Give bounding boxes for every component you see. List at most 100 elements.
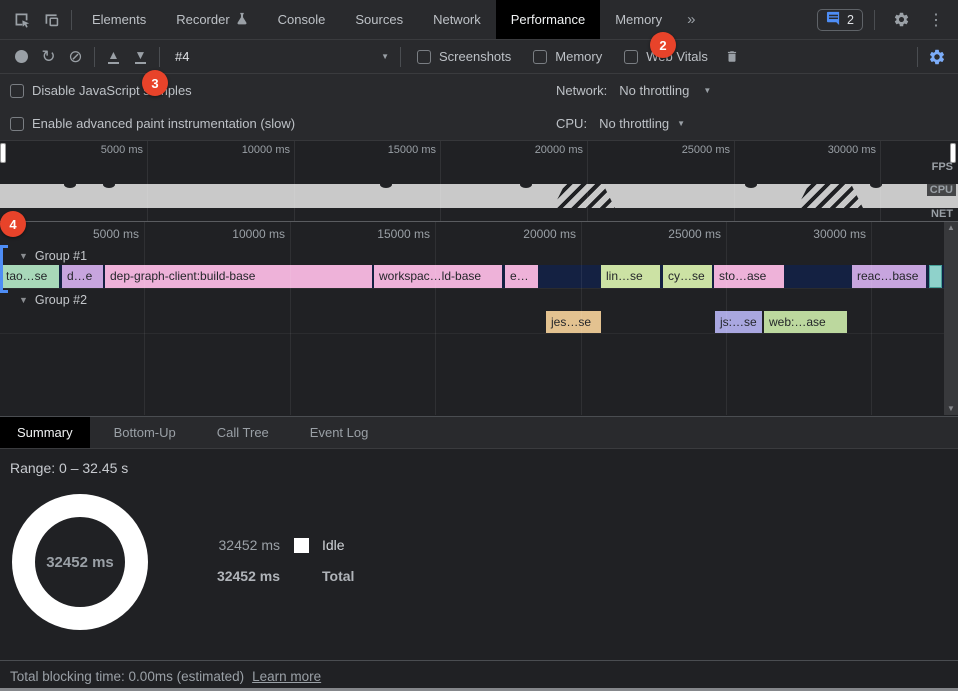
legend-row-total: 32452 ms Total: [205, 567, 354, 585]
download-icon: ▼: [135, 49, 147, 64]
tab-event-log[interactable]: Event Log: [293, 417, 386, 448]
cpu-unattributed-hatch: [553, 184, 615, 208]
devtools-tab-bar: Elements Recorder Console Sources Networ…: [0, 0, 958, 40]
checkbox-label: Enable advanced paint instrumentation (s…: [32, 116, 295, 131]
overview-cpu-activity-band: [0, 184, 958, 208]
grid-line: [290, 222, 291, 415]
details-tab-bar: Summary Bottom-Up Call Tree Event Log: [0, 416, 958, 449]
reload-and-record-button[interactable]: ↻: [35, 44, 62, 70]
delete-recording-button[interactable]: [719, 44, 746, 70]
tab-label: Memory: [615, 12, 662, 27]
save-profile-button[interactable]: ▼: [127, 44, 154, 70]
learn-more-link[interactable]: Learn more: [252, 669, 321, 684]
settings-gear-icon[interactable]: [886, 6, 916, 34]
checkbox-screenshots[interactable]: Screenshots: [417, 49, 511, 64]
menu-dots-icon[interactable]: ⋮: [922, 10, 950, 30]
tab-label: Console: [278, 12, 326, 27]
devtools-window: Elements Recorder Console Sources Networ…: [0, 0, 958, 691]
flame-bar[interactable]: d…e: [62, 265, 103, 288]
checkbox-box: [417, 50, 431, 64]
network-value: No throttling: [619, 83, 689, 98]
tab-bottom-up[interactable]: Bottom-Up: [97, 417, 193, 448]
grid-line: [440, 141, 441, 221]
flame-chart[interactable]: ▼ Group #1 tao…sed…edep-graph-client:bui…: [0, 222, 958, 415]
tab-sources[interactable]: Sources: [340, 0, 418, 39]
checkbox-advanced-paint[interactable]: Enable advanced paint instrumentation (s…: [10, 116, 295, 131]
tick-label: 30000 ms: [800, 144, 876, 156]
donut-legend: 32452 ms Idle 32452 ms Total: [205, 536, 354, 585]
flame-bar[interactable]: [929, 265, 942, 288]
tab-elements[interactable]: Elements: [77, 0, 161, 39]
cpu-unattributed-hatch: [797, 184, 863, 208]
annotation-badge-3: 3: [142, 70, 168, 96]
chevron-down-icon: ▼: [381, 52, 389, 61]
performance-toolbar: ↻ ⊘ ▲ ▼ #4 ▼ Screenshots Memory Web Vita…: [0, 40, 958, 74]
annotation-badge-4: 4: [0, 211, 26, 237]
tab-label: Network: [433, 12, 481, 27]
tab-summary[interactable]: Summary: [0, 417, 90, 448]
cpu-throttling-select[interactable]: No throttling ▼: [599, 116, 685, 131]
flask-icon: [236, 12, 248, 28]
tick-label: 15000 ms: [350, 227, 430, 241]
scroll-down-icon[interactable]: ▼: [947, 403, 955, 415]
triangle-down-icon: ▼: [19, 295, 28, 305]
flame-bar[interactable]: e…: [505, 265, 538, 288]
tab-call-tree[interactable]: Call Tree: [200, 417, 286, 448]
tab-recorder[interactable]: Recorder: [161, 0, 262, 39]
flame-bar[interactable]: web:…ase: [764, 311, 847, 333]
capture-settings-gear-icon[interactable]: [923, 44, 950, 70]
legend-row-idle: 32452 ms Idle: [205, 536, 354, 554]
tab-network[interactable]: Network: [418, 0, 496, 39]
network-throttling-select[interactable]: No throttling ▼: [619, 83, 711, 98]
group-2-header[interactable]: ▼ Group #2: [0, 290, 87, 310]
grid-hline: [0, 333, 944, 334]
device-toolbar-icon[interactable]: [36, 6, 66, 34]
issues-counter[interactable]: 2: [817, 9, 863, 31]
chevron-down-icon: ▼: [703, 86, 711, 95]
upload-icon: ▲: [108, 49, 120, 64]
overview-left-drag-handle[interactable]: [0, 143, 6, 163]
checkbox-memory[interactable]: Memory: [533, 49, 602, 64]
cpu-band-notch: [520, 181, 532, 188]
tab-label: Elements: [92, 12, 146, 27]
tick-label: 10000 ms: [214, 144, 290, 156]
tab-console[interactable]: Console: [263, 0, 341, 39]
range-text: Range: 0 – 32.45 s: [10, 460, 128, 476]
flame-bar[interactable]: tao…se: [1, 265, 59, 288]
inspect-element-icon[interactable]: [6, 6, 36, 34]
grid-line: [871, 222, 872, 415]
legend-value: 32452 ms: [205, 568, 280, 584]
record-button[interactable]: [8, 44, 35, 70]
cpu-band-notch: [380, 181, 392, 188]
flame-bar[interactable]: js:…se: [715, 311, 762, 333]
tick-label: 30000 ms: [786, 227, 866, 241]
flame-bar[interactable]: workspac…ld-base: [374, 265, 502, 288]
grid-line: [435, 222, 436, 415]
scroll-up-icon[interactable]: ▲: [947, 222, 955, 234]
clear-recording-button[interactable]: ⊘: [62, 44, 89, 70]
load-profile-button[interactable]: ▲: [100, 44, 127, 70]
network-label: Network:: [556, 83, 607, 98]
flame-bar[interactable]: dep-graph-client:build-base: [105, 265, 372, 288]
flame-bar[interactable]: lin…se: [601, 265, 660, 288]
divider: [917, 47, 918, 67]
triangle-down-icon: ▼: [19, 251, 28, 261]
more-tabs-button[interactable]: »: [677, 11, 705, 28]
grid-line: [294, 141, 295, 221]
overview-right-drag-handle[interactable]: [950, 143, 956, 163]
legend-label: Idle: [322, 537, 345, 553]
recording-session-select[interactable]: #4 ▼: [175, 49, 389, 64]
grid-line: [726, 222, 727, 415]
group-1-header[interactable]: ▼ Group #1: [0, 246, 87, 266]
grid-line: [147, 141, 148, 221]
flame-bar[interactable]: sto…ase: [714, 265, 784, 288]
timeline-overview[interactable]: FPS CPU NET 5000 ms10000 ms15000 ms20000…: [0, 140, 958, 222]
group-name: Group #1: [35, 249, 87, 263]
total-blocking-time-text: Total blocking time: 0.00ms (estimated): [10, 669, 244, 684]
grid-line: [880, 141, 881, 221]
flame-bar[interactable]: cy…se: [663, 265, 712, 288]
flame-bar[interactable]: jes…se: [546, 311, 601, 333]
flame-bar[interactable]: reac…base: [852, 265, 926, 288]
tab-performance[interactable]: Performance: [496, 0, 600, 39]
vertical-scrollbar[interactable]: ▲ ▼: [944, 222, 958, 415]
